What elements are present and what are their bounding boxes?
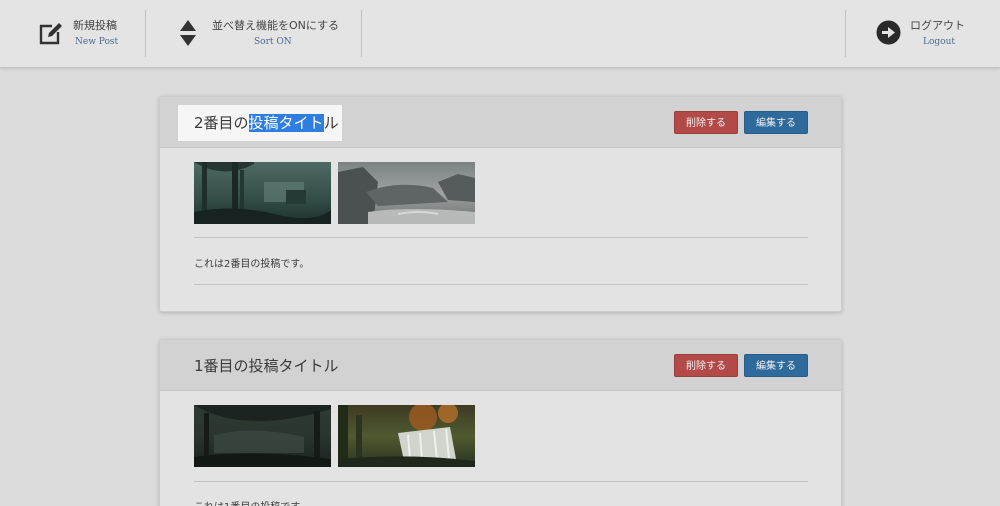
edit-button[interactable]: 編集する [744,111,808,134]
edit-icon [39,23,62,45]
sort-arrows-icon [180,20,196,46]
divider [194,284,808,285]
forest-ruins-image[interactable] [194,162,331,224]
nav-divider [845,10,846,57]
arrow-right-circle-icon [876,20,901,45]
post-card: 1番目の投稿タイトル 削除する 編集する これは1番目の投稿です。 [159,339,842,506]
nav-divider [361,10,362,57]
sort-toggle-label: 並べ替え機能をONにする [212,19,339,32]
selected-text: 投稿タイト [248,114,324,132]
post-body: これは1番目の投稿です。 [194,498,309,506]
edit-button[interactable]: 編集する [744,354,808,377]
waterfall-forest-image[interactable] [338,405,475,467]
delete-button[interactable]: 削除する [674,354,738,377]
top-navbar: 新規投稿 New Post 並べ替え機能をONにする Sort ON ログアウト… [0,0,1000,68]
post-title[interactable]: 1番目の投稿タイトル [194,355,339,376]
post-card-header: 2番目の投稿タイトル 削除する 編集する [160,97,841,148]
post-card-header: 1番目の投稿タイトル 削除する 編集する [160,340,841,391]
post-title[interactable]: 2番目の投稿タイトル [194,112,339,133]
logout-label: ログアウト [910,19,965,32]
misty-cliff-image[interactable] [338,162,475,224]
nav-divider [145,10,146,57]
logout-link[interactable]: ログアウト Logout [870,0,980,68]
sort-toggle-sublabel: Sort ON [254,37,292,47]
new-post-sublabel: New Post [75,37,119,47]
sort-toggle-link[interactable]: 並べ替え機能をONにする Sort ON [170,0,350,68]
logout-sublabel: Logout [923,37,955,47]
new-post-label: 新規投稿 [73,19,117,32]
post-card: 2番目の投稿タイトル 削除する 編集する これは2番目の投稿です。 [159,96,842,312]
divider [194,481,808,482]
divider [194,237,808,238]
dark-forest-image[interactable] [194,405,331,467]
delete-button[interactable]: 削除する [674,111,738,134]
new-post-link[interactable]: 新規投稿 New Post [30,0,140,68]
post-body: これは2番目の投稿です。 [194,259,310,270]
